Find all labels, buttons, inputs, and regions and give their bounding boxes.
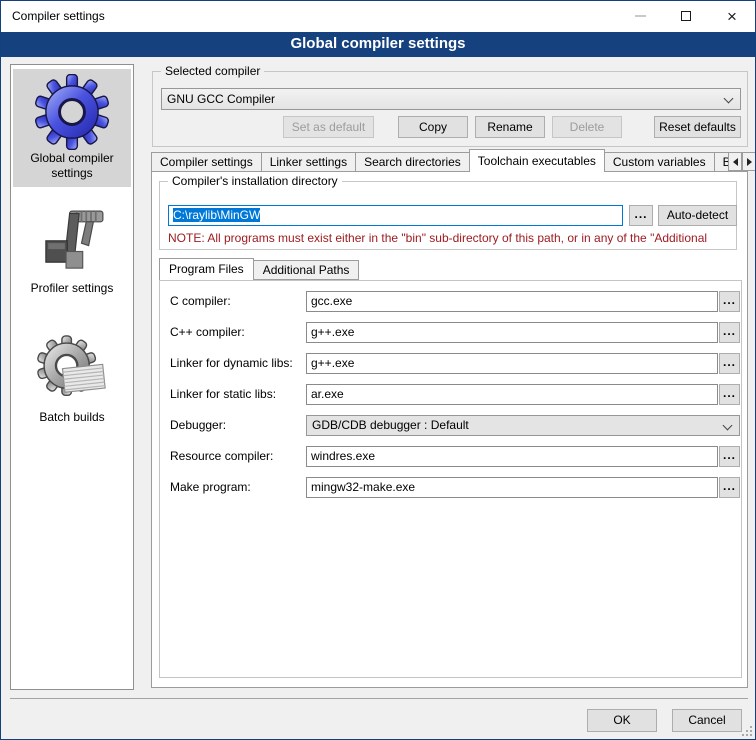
maximize-icon <box>681 11 691 21</box>
chevron-down-icon <box>723 421 733 431</box>
toolchain-executables-page: Compiler's installation directory C:\ray… <box>151 171 748 688</box>
window-title: Compiler settings <box>12 9 105 23</box>
arrow-left-icon <box>733 158 738 166</box>
tab-bar: Compiler settingsLinker settingsSearch d… <box>151 149 728 172</box>
close-icon: × <box>727 8 737 25</box>
tab-build[interactable]: Build <box>714 152 728 172</box>
sidebar-item-global-compiler-settings[interactable]: Global compiler settings <box>13 69 131 187</box>
titlebar: Compiler settings × <box>1 1 755 32</box>
gray-gear-stack-icon <box>15 332 129 410</box>
arrow-right-icon <box>747 158 752 166</box>
compiler-settings-dialog: Compiler settings × Global compiler sett… <box>0 0 756 740</box>
input-value: mingw32-make.exe <box>311 480 415 494</box>
linker-for-dynamic-libs-input[interactable]: g++.exe <box>306 353 718 374</box>
minimize-icon <box>635 15 646 17</box>
select-value: GDB/CDB debugger : Default <box>312 418 469 432</box>
program-files-page: C compiler: gcc.exe... C++ compiler: g++.ex… <box>159 280 742 678</box>
field-label: Linker for static libs: <box>170 384 276 405</box>
reset-defaults-button[interactable]: Reset defaults <box>654 116 741 138</box>
c-compiler-browse-button[interactable]: ... <box>719 291 740 312</box>
input-value: g++.exe <box>311 356 354 370</box>
field-row-linker-for-dynamic-libs: Linker for dynamic libs: g++.exe... <box>160 353 741 374</box>
field-label: Make program: <box>170 477 251 498</box>
tab-linker-settings[interactable]: Linker settings <box>261 152 356 172</box>
input-value: gcc.exe <box>311 294 352 308</box>
field-row-resource-compiler: Resource compiler: windres.exe... <box>160 446 741 467</box>
selected-compiler-group: Selected compiler GNU GCC Compiler Set a… <box>152 71 748 147</box>
tab-compiler-settings[interactable]: Compiler settings <box>151 152 262 172</box>
blue-gear-icon <box>15 73 129 151</box>
resize-grip-icon[interactable] <box>742 726 752 736</box>
field-row-linker-for-static-libs: Linker for static libs: ar.exe... <box>160 384 741 405</box>
delete-button: Delete <box>552 116 622 138</box>
linker-for-dynamic-libs-browse-button[interactable]: ... <box>719 353 740 374</box>
tab-search-directories[interactable]: Search directories <box>355 152 470 172</box>
tab-custom-variables[interactable]: Custom variables <box>604 152 715 172</box>
autodetect-button[interactable]: Auto-detect <box>658 205 737 226</box>
install-dir-note: NOTE: All programs must exist either in … <box>168 231 731 245</box>
set-as-default-button: Set as default <box>283 116 374 138</box>
input-value: g++.exe <box>311 325 354 339</box>
compiler-select-value: GNU GCC Compiler <box>167 92 275 106</box>
field-label: C++ compiler: <box>170 322 245 343</box>
tab-scroll-right-button[interactable] <box>742 152 756 171</box>
make-program-browse-button[interactable]: ... <box>719 477 740 498</box>
make-program-input[interactable]: mingw32-make.exe <box>306 477 718 498</box>
sidebar-item-batch-builds[interactable]: Batch builds <box>13 328 131 431</box>
subtab-program-files[interactable]: Program Files <box>159 258 254 280</box>
sidebar-item-profiler-settings[interactable]: Profiler settings <box>13 199 131 302</box>
maximize-button[interactable] <box>663 1 709 31</box>
install-dir-input[interactable]: C:\raylib\MinGW <box>168 205 623 226</box>
sidebar-item-label: Global compiler settings <box>15 151 129 181</box>
cancel-button[interactable]: Cancel <box>672 709 742 732</box>
field-label: Resource compiler: <box>170 446 273 467</box>
install-dir-group-label: Compiler's installation directory <box>168 174 342 188</box>
c-compiler-input[interactable]: g++.exe <box>306 322 718 343</box>
compiler-select[interactable]: GNU GCC Compiler <box>161 88 741 110</box>
dialog-header: Global compiler settings <box>1 32 755 57</box>
resource-compiler-browse-button[interactable]: ... <box>719 446 740 467</box>
c-compiler-browse-button[interactable]: ... <box>719 322 740 343</box>
install-dir-browse-button[interactable]: ... <box>629 205 653 226</box>
field-row-debugger: Debugger: GDB/CDB debugger : Default <box>160 415 741 436</box>
input-value: ar.exe <box>311 387 344 401</box>
install-dir-value: C:\raylib\MinGW <box>173 208 260 222</box>
subtab-bar: Program Files Additional Paths <box>159 258 358 280</box>
field-row-c-compiler: C++ compiler: g++.exe... <box>160 322 741 343</box>
minimize-button[interactable] <box>617 1 663 31</box>
install-dir-group: Compiler's installation directory C:\ray… <box>159 181 737 250</box>
resource-compiler-input[interactable]: windres.exe <box>306 446 718 467</box>
field-label: Debugger: <box>170 415 226 436</box>
footer-separator <box>10 698 748 699</box>
c-compiler-input[interactable]: gcc.exe <box>306 291 718 312</box>
subtab-additional-paths[interactable]: Additional Paths <box>253 260 360 280</box>
sidebar-item-label: Profiler settings <box>15 281 129 296</box>
input-value: windres.exe <box>311 449 375 463</box>
field-label: Linker for dynamic libs: <box>170 353 293 374</box>
field-row-c-compiler: C compiler: gcc.exe... <box>160 291 741 312</box>
field-row-make-program: Make program: mingw32-make.exe... <box>160 477 741 498</box>
selected-compiler-group-label: Selected compiler <box>161 64 264 78</box>
copy-button[interactable]: Copy <box>398 116 468 138</box>
settings-category-list: Global compiler settings Profiler settin… <box>10 64 134 690</box>
linker-for-static-libs-browse-button[interactable]: ... <box>719 384 740 405</box>
close-button[interactable]: × <box>709 1 755 31</box>
linker-for-static-libs-input[interactable]: ar.exe <box>306 384 718 405</box>
tab-scroll-left-button[interactable] <box>728 152 742 171</box>
ok-button[interactable]: OK <box>587 709 657 732</box>
sidebar-item-label: Batch builds <box>15 410 129 425</box>
tab-toolchain-executables[interactable]: Toolchain executables <box>469 149 605 172</box>
chevron-down-icon <box>724 94 734 104</box>
caliper-icon <box>15 203 129 281</box>
debugger-select[interactable]: GDB/CDB debugger : Default <box>306 415 740 436</box>
rename-button[interactable]: Rename <box>475 116 545 138</box>
field-label: C compiler: <box>170 291 231 312</box>
